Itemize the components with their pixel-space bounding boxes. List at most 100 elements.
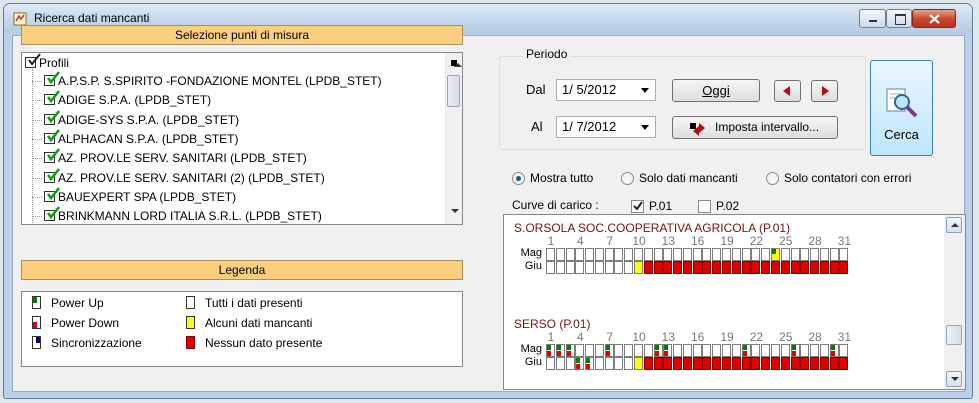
day-cell[interactable] xyxy=(810,248,820,261)
p01-checkbox[interactable] xyxy=(631,200,644,213)
solo-dati-mancanti-label[interactable]: Solo dati mancanti xyxy=(639,171,738,185)
day-cell[interactable] xyxy=(614,357,624,370)
cerca-button[interactable]: Cerca xyxy=(870,60,933,156)
day-cell[interactable] xyxy=(741,261,751,274)
tree-item[interactable]: A.P.S.P. S.SPIRITO -FONDAZIONE MONTEL (L… xyxy=(44,71,382,90)
day-cell[interactable] xyxy=(819,261,829,274)
day-cell[interactable] xyxy=(731,261,741,274)
day-cell[interactable] xyxy=(712,357,722,370)
day-cell[interactable] xyxy=(712,248,722,261)
day-cell[interactable] xyxy=(839,248,849,261)
day-cell[interactable] xyxy=(692,357,702,370)
day-cell[interactable] xyxy=(643,344,653,357)
minimize-button[interactable] xyxy=(859,9,886,28)
mostra-tutto-label[interactable]: Mostra tutto xyxy=(530,171,593,185)
day-cell[interactable] xyxy=(673,357,683,370)
day-cell[interactable] xyxy=(575,261,585,274)
day-cell[interactable] xyxy=(751,261,761,274)
day-cell[interactable] xyxy=(770,248,780,261)
maximize-button[interactable] xyxy=(886,9,912,28)
day-cell[interactable] xyxy=(731,344,741,357)
day-cell[interactable] xyxy=(741,357,751,370)
day-cell[interactable] xyxy=(800,357,810,370)
al-date-picker[interactable]: 1/ 7/2012 xyxy=(556,116,656,138)
next-button[interactable] xyxy=(811,80,838,102)
day-cell[interactable] xyxy=(594,344,604,357)
day-cell[interactable] xyxy=(634,261,644,274)
oggi-button[interactable]: Oggi xyxy=(672,79,760,102)
radio-solo-dati-mancanti[interactable] xyxy=(621,172,634,185)
day-cell[interactable] xyxy=(761,248,771,261)
day-cell[interactable] xyxy=(722,344,732,357)
day-cell[interactable] xyxy=(751,248,761,261)
day-cell[interactable] xyxy=(800,344,810,357)
day-cell[interactable] xyxy=(585,261,595,274)
panel-scrollbar[interactable] xyxy=(944,215,965,389)
day-cell[interactable] xyxy=(839,344,849,357)
scroll-thumb[interactable] xyxy=(946,325,962,345)
tree-item[interactable]: BRINKMANN LORD ITALIA S.R.L. (LPDB_STET) xyxy=(44,206,322,224)
day-cell[interactable] xyxy=(653,261,663,274)
tree-item[interactable]: ADIGE-SYS S.P.A. (LPDB_STET) xyxy=(44,109,239,129)
day-cell[interactable] xyxy=(702,261,712,274)
day-cell[interactable] xyxy=(624,248,634,261)
day-cell[interactable] xyxy=(604,261,614,274)
day-cell[interactable] xyxy=(761,344,771,357)
day-cell[interactable] xyxy=(731,357,741,370)
day-cell[interactable] xyxy=(673,261,683,274)
day-cell[interactable] xyxy=(546,344,555,357)
day-cell[interactable] xyxy=(741,248,751,261)
day-cell[interactable] xyxy=(575,344,585,357)
day-cell[interactable] xyxy=(565,357,575,370)
day-cell[interactable] xyxy=(604,357,614,370)
day-cell[interactable] xyxy=(673,248,683,261)
day-cell[interactable] xyxy=(702,344,712,357)
day-cell[interactable] xyxy=(829,261,839,274)
day-cell[interactable] xyxy=(624,261,634,274)
scroll-down-icon[interactable] xyxy=(946,371,962,387)
tree-scrollbar[interactable] xyxy=(445,53,462,224)
day-cell[interactable] xyxy=(790,261,800,274)
scroll-thumb[interactable] xyxy=(447,75,460,107)
day-cell[interactable] xyxy=(546,357,555,370)
curves-panel[interactable]: S.ORSOLA SOC.COOPERATIVA AGRICOLA (P.01)… xyxy=(503,214,966,390)
tree-item[interactable]: BAUEXPERT SPA (LPDB_STET) xyxy=(44,186,236,206)
day-cell[interactable] xyxy=(712,261,722,274)
day-cell[interactable] xyxy=(663,248,673,261)
day-cell[interactable] xyxy=(829,357,839,370)
tree-item-checkbox[interactable] xyxy=(44,167,60,183)
day-cell[interactable] xyxy=(663,357,673,370)
day-cell[interactable] xyxy=(624,344,634,357)
day-cell[interactable] xyxy=(565,248,575,261)
day-cell[interactable] xyxy=(829,248,839,261)
day-cell[interactable] xyxy=(790,357,800,370)
p02-checkbox[interactable] xyxy=(698,200,711,213)
day-cell[interactable] xyxy=(682,357,692,370)
p02-label[interactable]: P.02 xyxy=(716,199,739,213)
day-cell[interactable] xyxy=(604,344,614,357)
day-cell[interactable] xyxy=(692,344,702,357)
day-cell[interactable] xyxy=(731,248,741,261)
day-cell[interactable] xyxy=(751,357,761,370)
measure-point-tree[interactable]: Profili A.P.S.P. S.SPIRITO -FONDAZIONE M… xyxy=(21,52,463,225)
dal-date-picker[interactable]: 1/ 5/2012 xyxy=(556,79,656,101)
radio-mostra-tutto[interactable] xyxy=(512,172,525,185)
day-cell[interactable] xyxy=(614,248,624,261)
day-cell[interactable] xyxy=(643,261,653,274)
chevron-down-icon[interactable] xyxy=(641,125,649,130)
solo-contatori-errori-label[interactable]: Solo contatori con errori xyxy=(784,171,911,185)
day-cell[interactable] xyxy=(741,344,751,357)
day-cell[interactable] xyxy=(594,357,604,370)
day-cell[interactable] xyxy=(712,344,722,357)
day-cell[interactable] xyxy=(722,357,732,370)
day-cell[interactable] xyxy=(653,357,663,370)
day-cell[interactable] xyxy=(790,248,800,261)
day-cell[interactable] xyxy=(702,357,712,370)
prev-button[interactable] xyxy=(774,80,801,102)
day-cell[interactable] xyxy=(751,344,761,357)
day-cell[interactable] xyxy=(800,261,810,274)
tree-item-checkbox[interactable] xyxy=(44,90,60,106)
tree-item-checkbox[interactable] xyxy=(44,148,60,164)
day-cell[interactable] xyxy=(692,248,702,261)
day-cell[interactable] xyxy=(761,261,771,274)
